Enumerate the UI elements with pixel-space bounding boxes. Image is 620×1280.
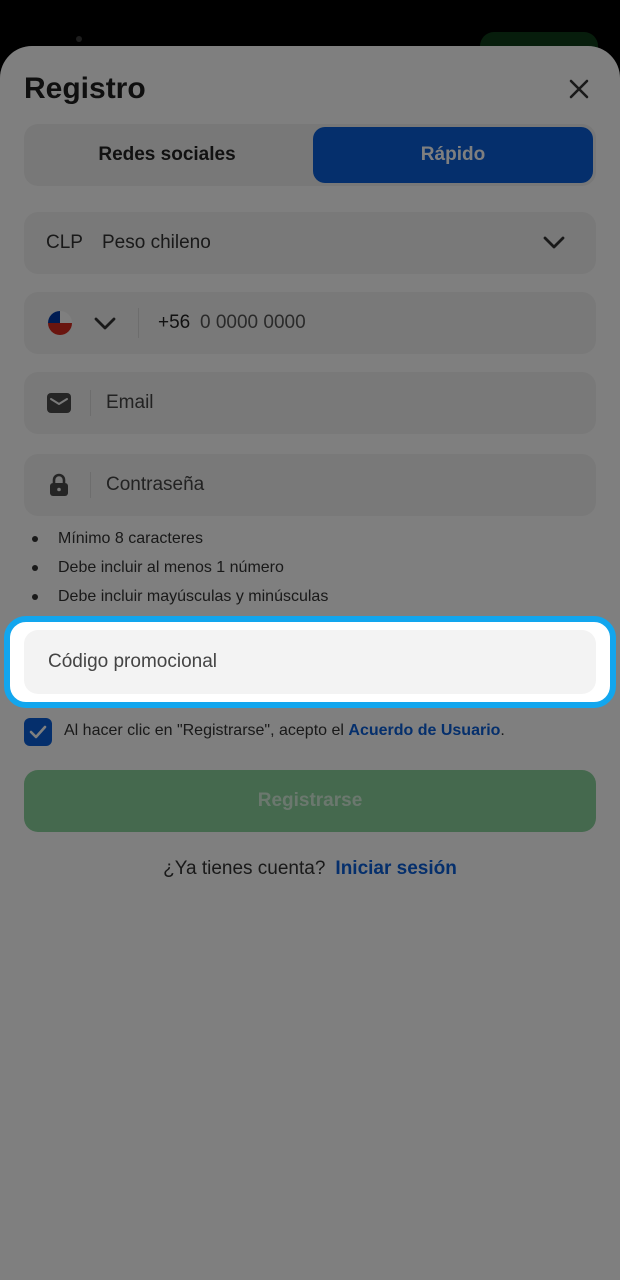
password-rule: Mínimo 8 caracteres <box>30 528 328 557</box>
status-bar-dot <box>76 36 82 42</box>
tab-quick[interactable]: Rápido <box>313 127 593 183</box>
user-agreement-link[interactable]: Acuerdo de Usuario <box>348 722 500 739</box>
password-rule: Debe incluir mayúsculas y minúsculas <box>30 586 328 615</box>
login-prompt: ¿Ya tienes cuenta? <box>163 858 326 879</box>
email-input[interactable] <box>106 386 566 420</box>
currency-select[interactable]: CLP Peso chileno <box>24 212 596 274</box>
phone-prefix: +56 <box>158 312 191 333</box>
login-row: ¿Ya tienes cuenta? Iniciar sesión <box>0 858 620 880</box>
chevron-down-icon[interactable] <box>92 310 118 336</box>
currency-code: CLP <box>46 232 83 253</box>
password-rules: Mínimo 8 caracteres Debe incluir al meno… <box>30 528 328 615</box>
password-divider <box>90 472 91 498</box>
password-field <box>24 454 596 516</box>
agreement-checkbox[interactable] <box>24 718 52 746</box>
close-button[interactable] <box>560 70 598 108</box>
chevron-down-icon <box>543 236 565 249</box>
promo-code-highlight <box>4 616 616 708</box>
registration-tabs: Redes sociales Rápido <box>24 124 596 186</box>
currency-name: Peso chileno <box>102 232 211 253</box>
chile-flag-icon[interactable] <box>48 311 72 335</box>
phone-input[interactable] <box>200 306 500 340</box>
password-rule: Debe incluir al menos 1 número <box>30 557 328 586</box>
lock-icon <box>46 472 72 498</box>
agreement-text: Al hacer clic en "Registrarse", acepto e… <box>64 722 505 740</box>
tab-social-networks[interactable]: Redes sociales <box>27 127 307 183</box>
agreement-label: Al hacer clic en "Registrarse", acepto e… <box>64 722 344 739</box>
email-divider <box>90 390 91 416</box>
sheet-title: Registro <box>24 72 146 105</box>
promo-code-input[interactable] <box>48 645 548 679</box>
close-icon <box>569 79 589 99</box>
checkmark-icon <box>29 725 47 739</box>
register-button[interactable]: Registrarse <box>24 770 596 832</box>
email-field <box>24 372 596 434</box>
mail-icon <box>46 390 72 416</box>
promo-code-field <box>24 630 596 694</box>
agreement-row: Al hacer clic en "Registrarse", acepto e… <box>24 718 604 748</box>
phone-field: +56 <box>24 292 596 354</box>
agreement-suffix: . <box>500 722 505 739</box>
login-link[interactable]: Iniciar sesión <box>335 858 456 879</box>
phone-divider <box>138 308 139 338</box>
password-input[interactable] <box>106 468 566 502</box>
